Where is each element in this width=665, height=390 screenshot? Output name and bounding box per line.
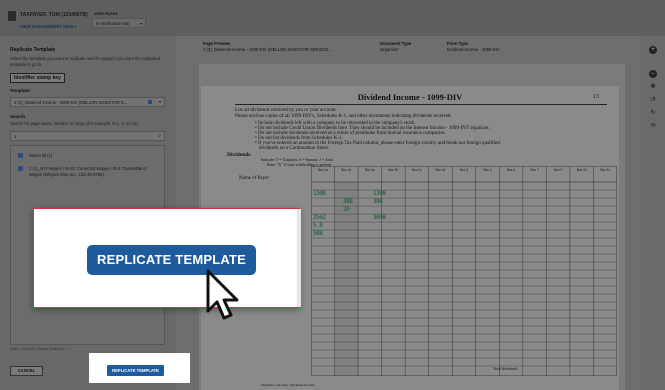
handwritten-entry: 388 (373, 198, 383, 205)
handwritten-entry: 20 (343, 206, 350, 213)
table-column-header: Box 7 (531, 168, 539, 172)
dividends-table: Box 1a Box 1b Box 2a Box 2b Box 2c Box 2d Box … (311, 166, 617, 376)
table-column-header: Box 2a (365, 168, 375, 172)
view-engagement-label[interactable]: VIEW ENGAGEMENT INFO (20, 24, 73, 29)
search-icon[interactable]: ⌕ (158, 133, 161, 139)
document-title: Dividend Income - 1099-DIV (357, 92, 463, 102)
template-select[interactable]: 3 (3)_Dividend Income - 1099-DIV (MELLON… (10, 97, 165, 107)
handwritten-entry: 1308 (373, 190, 386, 197)
form-footer: Organizer | Income | Dividend Income (261, 383, 315, 387)
search-label: Search (10, 114, 26, 119)
template-label: Template: (10, 88, 31, 93)
table-column-header: Box 1b (341, 168, 351, 172)
document-type-label: Document Type (380, 41, 412, 46)
replicate-template-button[interactable]: REPLICATE TEMPLATE (107, 365, 164, 376)
table-column-header: Box 6 (507, 168, 515, 172)
template-value: 3 (3)_Dividend Income - 1099-DIV (MELLON… (14, 100, 128, 105)
view-pages-value: In Verification (54) (96, 21, 130, 26)
search-value: 1 (14, 134, 17, 139)
chevron-down-icon: ▾ (158, 99, 161, 104)
table-column-header: Box 9 (554, 168, 562, 172)
intro-line-2: Please enclose copies of all 1099-DIV's,… (235, 114, 452, 119)
table-column-header: Box 4 (483, 168, 491, 172)
view-pages-label: VIEW PAGES (94, 12, 118, 16)
handwritten-entry: 3608 (373, 214, 386, 221)
dividends-grid: Box 1a Box 1b Box 2a Box 2b Box 2c Box 2d Box … (311, 166, 617, 376)
page-preview-value: 3 (3)_Dividend Income - 1099-DIV (MELLON… (203, 47, 332, 52)
select-all-checkbox[interactable] (18, 153, 23, 158)
cancel-button[interactable]: CANCEL (10, 366, 43, 376)
name-of-payer-label: Name of Payer (239, 176, 269, 181)
form-type-label: Form Type (447, 41, 469, 46)
undo-icon[interactable]: ⟲ (649, 122, 657, 130)
search-hint: Search for page name, number, or range (… (10, 121, 138, 126)
dividends-heading: Dividends (227, 152, 251, 158)
table-column-header: Box 1a (318, 168, 328, 172)
document-type-value: Organizer (380, 47, 399, 52)
zoom-in-icon[interactable]: + (649, 46, 657, 54)
panel-description: Select the template you want to replicat… (10, 56, 161, 67)
handwritten-entry: 5.8 (313, 222, 323, 229)
select-all-label: Select all (1) (29, 153, 53, 158)
search-input[interactable]: 1 ⌕ (10, 131, 165, 141)
page-item-label: 1 (1)_W-2 Wages / W-2C Corrected Wages /… (29, 166, 147, 177)
table-column-header: Box 2c (412, 168, 422, 172)
table-column-header: Box 3 (460, 168, 468, 172)
handwritten-entry: 388 (343, 198, 353, 205)
handwritten-entry: 2562 (313, 214, 326, 221)
mouse-pointer-icon (206, 269, 239, 320)
page-preview-label: Page Preview (203, 41, 231, 46)
intro-line-1: List all dividends received by you or yo… (235, 108, 337, 113)
callout-scroll-strip (297, 209, 301, 307)
panel-title: Replicate Template (10, 47, 56, 53)
table-column-header: Box 2b (388, 168, 398, 172)
table-column-header: Box 11 (600, 168, 610, 172)
handwritten-entry: 588 (313, 230, 323, 237)
rotate-left-icon[interactable]: ↺ (649, 96, 657, 104)
table-column-header: Box 2d (435, 168, 445, 172)
top-bar: TAXPAYER, TOM (1234567B) VIEW ENGAGEMENT… (0, 0, 665, 36)
view-engagement-link[interactable]: VIEW ENGAGEMENT INFO ▾ (20, 24, 76, 29)
page-item-checkbox[interactable] (18, 166, 23, 171)
bullet-5-continued: dividends on a Continuation Sheet. (259, 146, 330, 151)
total-dividends-label: Total dividends (493, 366, 518, 371)
viewer-toolbar: + − ✥ ↺ ↻ ⟲ (641, 36, 665, 390)
identifier-stamp-key-button[interactable]: Identifier stamp key (10, 73, 65, 83)
move-icon[interactable]: ✥ (649, 83, 657, 91)
title-rule (235, 104, 607, 105)
table-column-header: Box 10 (577, 168, 587, 172)
zoom-out-icon[interactable]: − (649, 70, 657, 78)
client-name: TAXPAYER, TOM (1234567B) (20, 12, 88, 18)
range-selection-hint: Shift + Click for Range Selection (10, 347, 65, 351)
view-pages-select[interactable]: In Verification (54) ▾ (92, 18, 146, 28)
client-icon (8, 11, 16, 21)
document-page-number: 13 (593, 94, 599, 100)
form-type-value: Dividend Income - 1099-DIV (447, 47, 500, 52)
rotate-right-icon[interactable]: ↻ (649, 109, 657, 117)
chevron-down-icon: ▾ (139, 21, 142, 26)
chevron-down-icon: ▾ (74, 24, 77, 29)
replicate-callout: REPLICATE TEMPLATE (33, 208, 301, 308)
template-doc-icon (148, 100, 152, 104)
handwritten-entry: 1308 (313, 190, 326, 197)
